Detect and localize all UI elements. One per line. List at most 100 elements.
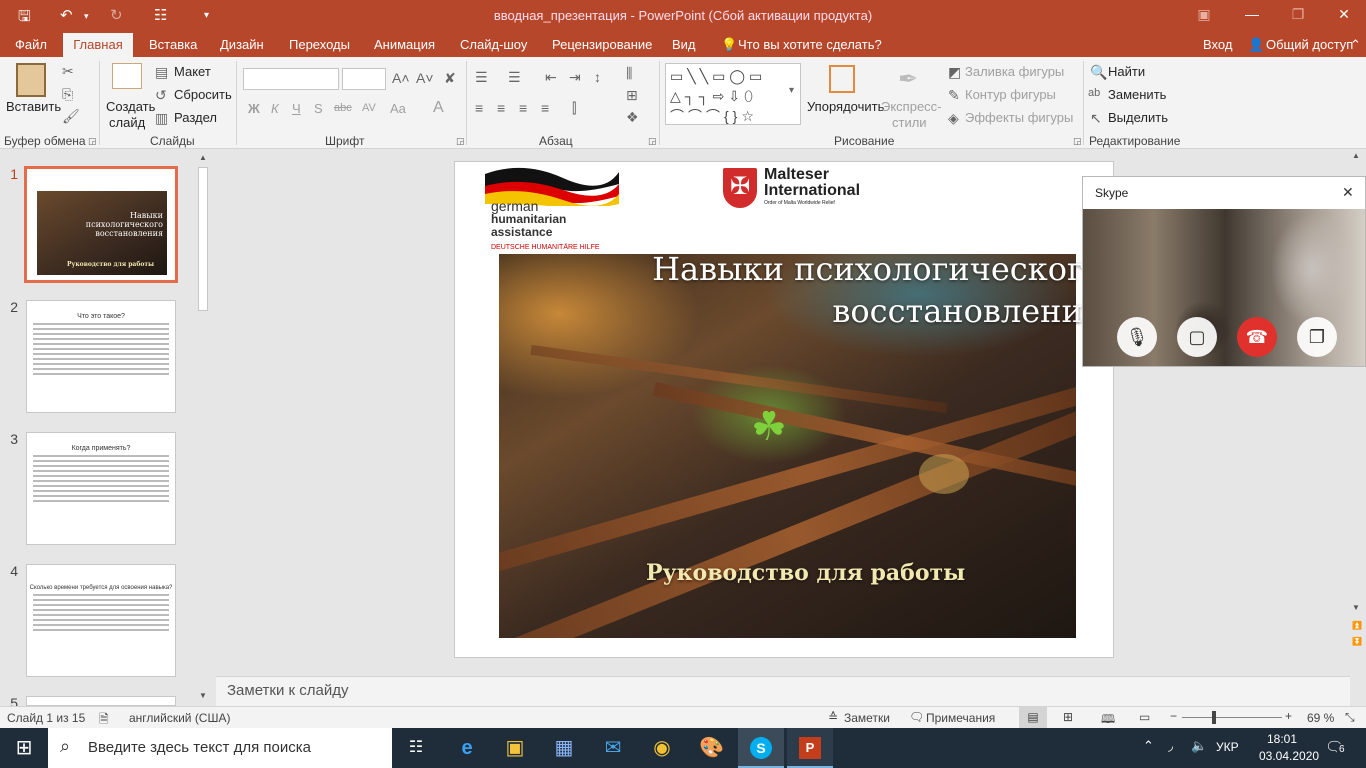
tab-home[interactable]: Главная xyxy=(63,33,133,57)
zoom-slider[interactable] xyxy=(1182,717,1282,718)
fit-to-window-icon[interactable]: ⤡ xyxy=(1345,710,1355,725)
thumbnails-scrollbar[interactable]: ▲ ▼ xyxy=(196,153,210,703)
minimize-icon[interactable]: — xyxy=(1232,6,1272,22)
quick-styles-icon[interactable]: ✒ xyxy=(898,65,918,94)
shape-effects-button[interactable]: Эффекты фигуры xyxy=(965,110,1073,125)
underline-button[interactable]: Ч xyxy=(292,101,301,116)
ribbon-display-icon[interactable]: ▣ xyxy=(1184,6,1224,23)
zoom-in-icon[interactable]: + xyxy=(1285,709,1292,723)
tab-view[interactable]: Вид xyxy=(672,37,696,52)
line-spacing-icon[interactable]: ↕ xyxy=(594,69,601,85)
chrome-icon[interactable]: ◉ xyxy=(650,736,674,760)
sign-in-link[interactable]: Вход xyxy=(1203,37,1232,52)
maximize-icon[interactable]: ❐ xyxy=(1278,6,1318,23)
shapes-more-icon[interactable]: ▾ xyxy=(789,85,794,96)
paragraph-launcher-icon[interactable]: ◲ xyxy=(648,136,657,147)
skype-task-button[interactable]: S xyxy=(738,728,784,768)
shapes-gallery[interactable]: ▭╲╲▭◯▭ △┐┐⇨⇩⬯ ⌒⌒⌒{}☆ xyxy=(665,63,801,125)
tab-design[interactable]: Дизайн xyxy=(220,37,264,52)
zoom-slider-thumb[interactable] xyxy=(1212,711,1216,724)
arrange-button[interactable]: Упорядочить xyxy=(807,99,884,114)
next-slide-icon[interactable]: ⏬ xyxy=(1352,637,1362,646)
slide-title[interactable]: Навыки психологического восстановления xyxy=(652,248,1103,332)
wifi-icon[interactable]: ◞ xyxy=(1168,738,1173,754)
clock-date[interactable]: 03.04.2020 xyxy=(1259,749,1319,763)
scroll-up-icon[interactable]: ▲ xyxy=(1352,151,1360,160)
scroll-down-icon[interactable]: ▼ xyxy=(196,691,210,700)
edge-icon[interactable]: e xyxy=(455,736,479,760)
keyboard-language[interactable]: УКР xyxy=(1216,740,1239,754)
skype-window[interactable]: Skype ✕ 🎙 ▢ ☎ ❐ xyxy=(1082,176,1366,367)
font-shrink-icon[interactable]: A˅ xyxy=(416,70,434,86)
thumb-slide-3[interactable]: Когда применять? xyxy=(26,432,176,545)
scroll-down-icon[interactable]: ▼ xyxy=(1352,603,1360,612)
language-indicator[interactable]: английский (США) xyxy=(129,711,230,725)
smartart-icon[interactable]: ❖ xyxy=(626,109,639,126)
scroll-up-icon[interactable]: ▲ xyxy=(196,153,210,162)
find-button[interactable]: Найти xyxy=(1108,64,1145,79)
shape-fill-button[interactable]: Заливка фигуры xyxy=(965,64,1064,79)
quick-styles-label[interactable]: стили xyxy=(892,115,927,130)
normal-view-icon[interactable]: ▤ xyxy=(1019,707,1047,728)
slide-sorter-icon[interactable]: ⊞ xyxy=(1063,710,1073,724)
tab-slideshow[interactable]: Слайд-шоу xyxy=(460,37,527,52)
tell-me-input[interactable]: Что вы хотите сделать? xyxy=(738,37,882,52)
font-size-combo[interactable] xyxy=(342,68,386,90)
layout-button[interactable]: Макет xyxy=(174,64,211,79)
powerpoint-task-button[interactable]: P xyxy=(787,728,833,768)
tab-insert[interactable]: Вставка xyxy=(149,37,197,52)
align-right-icon[interactable]: ≡ xyxy=(519,100,527,116)
paste-button[interactable]: Вставить xyxy=(6,99,61,114)
format-painter-icon[interactable]: 🖌 xyxy=(62,108,80,125)
spacing-button[interactable]: AV xyxy=(362,102,376,114)
store-icon[interactable]: ▦ xyxy=(552,736,576,760)
tab-animation[interactable]: Анимация xyxy=(374,37,435,52)
windows-start-icon[interactable]: ⊞ xyxy=(12,736,36,760)
font-name-combo[interactable] xyxy=(243,68,339,90)
reset-button[interactable]: Сбросить xyxy=(174,87,232,102)
switch-window-icon[interactable]: ❐ xyxy=(1297,317,1337,357)
slide-canvas[interactable]: german humanitarian assistance DEUTSCHE … xyxy=(454,161,1114,658)
font-grow-icon[interactable]: A˄ xyxy=(392,70,410,86)
tab-transitions[interactable]: Переходы xyxy=(289,37,350,52)
select-button[interactable]: Выделить xyxy=(1108,110,1168,125)
clipboard-launcher-icon[interactable]: ◲ xyxy=(88,136,97,147)
tab-review[interactable]: Рецензирование xyxy=(552,37,652,52)
mail-icon[interactable]: ✉ xyxy=(601,736,625,760)
slideshow-view-icon[interactable]: ▭ xyxy=(1139,710,1150,724)
comments-toggle[interactable]: Примечания xyxy=(926,711,995,725)
arrange-icon[interactable] xyxy=(829,65,855,93)
new-slide-label[interactable]: слайд xyxy=(109,115,145,130)
file-explorer-icon[interactable]: ▣ xyxy=(503,736,527,760)
numbering-icon[interactable]: ☰ xyxy=(508,69,521,86)
scroll-thumb[interactable] xyxy=(198,167,208,311)
ribbon-collapse-icon[interactable]: ⌃ xyxy=(1350,37,1361,53)
paste-icon[interactable] xyxy=(16,63,46,97)
change-case-button[interactable]: Aa xyxy=(390,101,406,116)
indent-decrease-icon[interactable]: ⇤ xyxy=(545,69,557,86)
section-button[interactable]: Раздел xyxy=(174,110,217,125)
slide-subtitle[interactable]: Руководство для работы xyxy=(646,560,965,586)
drawing-launcher-icon[interactable]: ◲ xyxy=(1073,136,1082,147)
thumb-slide-1[interactable]: Навыки психологического восстановления Р… xyxy=(24,166,178,283)
task-view-icon[interactable]: ☷ xyxy=(404,736,428,760)
notes-pane[interactable]: Заметки к слайду xyxy=(216,676,1350,706)
bullets-icon[interactable]: ☰ xyxy=(475,69,488,86)
microphone-icon[interactable]: 🎙 xyxy=(1117,317,1157,357)
volume-icon[interactable]: 🔈 xyxy=(1191,738,1207,754)
quick-styles-button[interactable]: Экспресс- xyxy=(881,99,942,114)
paint-icon[interactable]: 🎨 xyxy=(699,736,724,760)
new-slide-button[interactable]: Создать xyxy=(106,99,155,114)
camera-icon[interactable]: ▢ xyxy=(1177,317,1217,357)
align-text-icon[interactable]: ⊞ xyxy=(626,87,638,104)
text-direction-icon[interactable]: ⫼ xyxy=(626,65,632,82)
shadow-button[interactable]: S xyxy=(314,101,323,116)
previous-slide-icon[interactable]: ⏫ xyxy=(1352,621,1362,630)
font-launcher-icon[interactable]: ◲ xyxy=(456,136,465,147)
taskbar-search[interactable]: ⌕ Введите здесь текст для поиска xyxy=(48,728,392,768)
clock-time[interactable]: 18:01 xyxy=(1267,732,1297,746)
clear-format-icon[interactable]: ✘ xyxy=(444,70,456,87)
skype-close-icon[interactable]: ✕ xyxy=(1342,184,1354,201)
notes-toggle[interactable]: Заметки xyxy=(844,711,890,725)
align-center-icon[interactable]: ≡ xyxy=(497,100,505,116)
